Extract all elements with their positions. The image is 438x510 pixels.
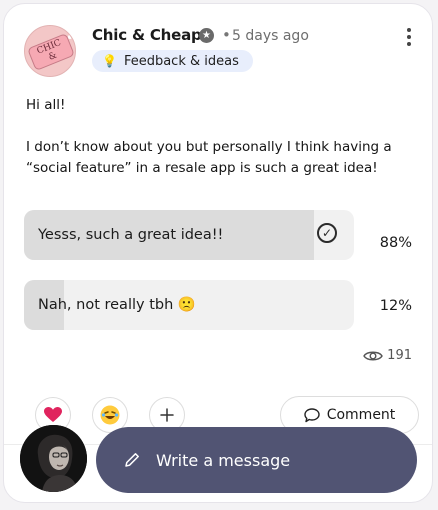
category-chip[interactable]: 💡 Feedback & ideas bbox=[92, 50, 253, 72]
lightbulb-icon: 💡 bbox=[102, 54, 117, 68]
post-greeting: Hi all! bbox=[26, 97, 66, 113]
post-time: 5 days ago bbox=[232, 28, 309, 44]
comment-label: Comment bbox=[326, 407, 396, 423]
heart-reaction-icon bbox=[44, 407, 62, 422]
write-message-placeholder: Write a message bbox=[156, 450, 291, 470]
laughing-emoji-reaction-icon bbox=[100, 405, 120, 425]
views-counter: 191 bbox=[363, 348, 412, 363]
post-paragraph: I don’t know about you but personally I … bbox=[26, 139, 392, 176]
separator-dot: • bbox=[222, 26, 231, 44]
category-label: Feedback & ideas bbox=[123, 53, 239, 69]
views-count: 191 bbox=[387, 348, 412, 363]
post-body: Hi all! I don’t know about you but perso… bbox=[26, 95, 421, 179]
poll-option-yes[interactable]: Yesss, such a great idea!! ✓ bbox=[24, 210, 354, 260]
poll-option-no[interactable]: Nah, not really tbh 🙁 bbox=[24, 280, 354, 330]
poll-option-no-percent: 12% bbox=[379, 298, 412, 314]
more-options-icon[interactable] bbox=[406, 28, 412, 46]
poll-option-yes-percent: 88% bbox=[379, 235, 412, 251]
chic-cheap-logo: CHIC & bbox=[27, 33, 75, 71]
eye-icon bbox=[363, 351, 383, 360]
poll-option-no-label: Nah, not really tbh 🙁 bbox=[38, 297, 196, 313]
add-reaction-plus-icon bbox=[160, 408, 174, 422]
current-user-avatar[interactable] bbox=[20, 425, 87, 492]
selected-check-icon: ✓ bbox=[317, 223, 337, 243]
user-photo bbox=[20, 425, 87, 492]
comment-bubble-icon bbox=[304, 407, 320, 422]
author-name[interactable]: Chic & Cheap bbox=[92, 26, 202, 44]
write-message-input[interactable]: Write a message bbox=[96, 427, 417, 493]
verified-star-icon: ★ bbox=[199, 28, 214, 43]
pencil-icon bbox=[125, 453, 139, 467]
poll-option-yes-label: Yesss, such a great idea!! bbox=[38, 227, 224, 243]
author-avatar[interactable]: CHIC & bbox=[24, 25, 76, 77]
